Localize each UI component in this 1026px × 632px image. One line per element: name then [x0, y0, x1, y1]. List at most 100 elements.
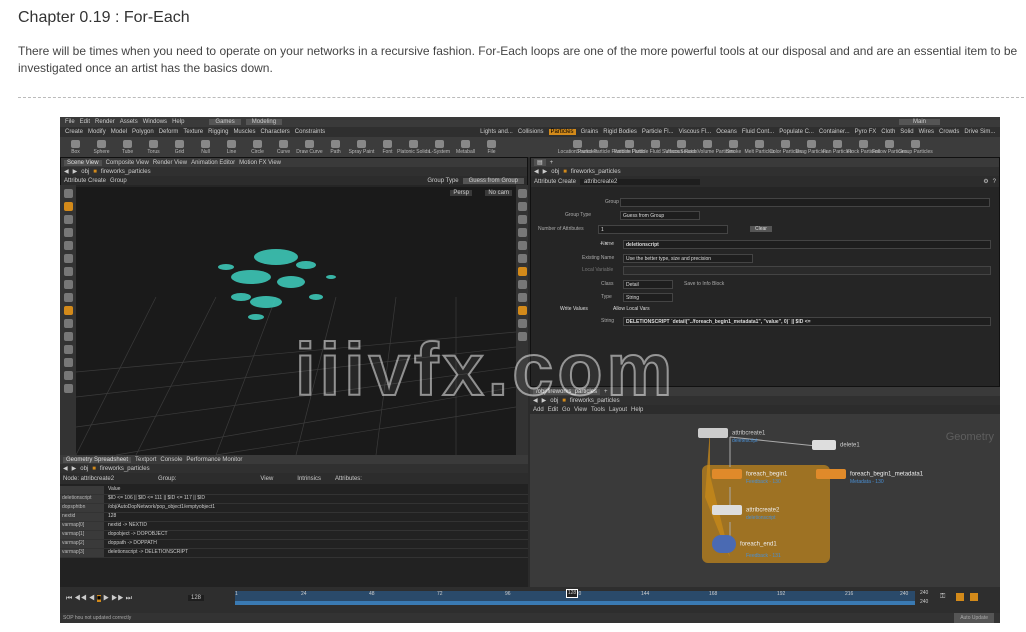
- name-field[interactable]: deletionscript: [623, 240, 991, 249]
- path-node[interactable]: fireworks_particles: [101, 169, 151, 175]
- tab-performance-monitor[interactable]: Performance Monitor: [186, 457, 242, 463]
- group-type-menu[interactable]: Guess from Group: [462, 177, 524, 184]
- tab-animation-editor[interactable]: Animation Editor: [191, 160, 235, 166]
- existing-name-menu[interactable]: Use the better type, size and precision: [623, 254, 753, 263]
- shelf-tab[interactable]: Deform: [159, 129, 179, 135]
- num-attributes-field[interactable]: 1: [598, 225, 728, 234]
- shelf-tab[interactable]: Lights and...: [480, 129, 513, 135]
- pose-icon[interactable]: [63, 254, 73, 263]
- ss-view-menu[interactable]: View: [260, 476, 273, 482]
- tool-color-particles[interactable]: Color Particles: [769, 139, 802, 155]
- menu-edit[interactable]: Edit: [80, 119, 90, 125]
- shelf-tab[interactable]: Cloth: [881, 129, 895, 135]
- shelf-tab[interactable]: Crowds: [939, 129, 959, 135]
- help-icon[interactable]: ?: [993, 179, 996, 185]
- table-row[interactable]: dopsphtbn/obj/AutoDopNetwork/pop_object1…: [60, 504, 528, 513]
- table-row[interactable]: varmap[0] nextid -> NEXTID: [60, 522, 528, 531]
- tool-grid[interactable]: Grid: [169, 139, 190, 155]
- tool-draw-curve[interactable]: Draw Curve: [296, 139, 323, 155]
- snap-icon[interactable]: [63, 306, 73, 315]
- write-values-checkbox[interactable]: Write Values: [560, 306, 588, 312]
- tool-smoke[interactable]: Smoke: [723, 139, 744, 155]
- ss-path-obj[interactable]: obj: [80, 466, 88, 472]
- shaded-icon[interactable]: [517, 215, 527, 224]
- tab-console[interactable]: Console: [160, 457, 182, 463]
- forward-arrow-icon[interactable]: ▶: [72, 465, 77, 472]
- string-field[interactable]: DELETIONSCRIPT `detail("../foreach_begin…: [623, 317, 991, 326]
- ss-path-node[interactable]: fireworks_particles: [100, 466, 150, 472]
- brush-icon[interactable]: [63, 293, 73, 302]
- workspace-selector[interactable]: Modeling: [245, 119, 283, 125]
- render-icon[interactable]: [63, 345, 73, 354]
- magnet-icon[interactable]: [63, 319, 73, 328]
- rotate-icon[interactable]: [63, 215, 73, 224]
- save-info-checkbox[interactable]: Save to Info Block: [684, 281, 724, 287]
- clear-button[interactable]: Clear: [750, 226, 772, 232]
- tool-platonic[interactable]: Platonic Solids: [397, 139, 430, 155]
- table-row[interactable]: varmap[2] doppath -> DOPPATH: [60, 540, 528, 549]
- playback-controls[interactable]: ⏮ ◀◀ ◀ ■ ▶ ▶▶ ⏭: [66, 595, 132, 603]
- light-icon[interactable]: [63, 371, 73, 380]
- shelf-tab[interactable]: Collisions: [518, 129, 544, 135]
- menu-help[interactable]: Help: [172, 119, 184, 125]
- normals-icon[interactable]: [517, 254, 527, 263]
- tool-drag-particles[interactable]: Drag Particles: [796, 139, 827, 155]
- node-attribcreate1[interactable]: attribcreate1 deletescript: [698, 428, 765, 444]
- auto-update-menu[interactable]: Auto Update: [954, 613, 994, 623]
- type-menu[interactable]: String: [623, 293, 673, 302]
- frame-field[interactable]: 128: [188, 595, 205, 601]
- table-row[interactable]: deletionscript $ID <= 106 || $ID <= 111 |…: [60, 495, 528, 504]
- group-type-param-menu[interactable]: Guess from Group: [620, 211, 700, 220]
- persp-menu[interactable]: Persp: [450, 190, 472, 196]
- menu-file[interactable]: File: [65, 119, 75, 125]
- tool-metaball[interactable]: Metaball: [455, 139, 476, 155]
- tool-follow-particles[interactable]: Follow Particles: [872, 139, 907, 155]
- tool-box[interactable]: Box: [65, 139, 86, 155]
- points-icon[interactable]: [517, 241, 527, 250]
- shelf-tab[interactable]: Oceans: [716, 129, 737, 135]
- timeline-playhead[interactable]: 128: [566, 589, 578, 598]
- network-editor[interactable]: /obj/fireworks_particles + ◀ ▶ obj ■ fire…: [530, 387, 1000, 587]
- shelf-tab[interactable]: Wires: [919, 129, 934, 135]
- node-foreach-begin1[interactable]: foreach_begin1 Feedback - 130: [712, 469, 787, 485]
- wireframe-icon[interactable]: [517, 202, 527, 211]
- forward-arrow-icon[interactable]: ▶: [73, 168, 78, 175]
- shelf-tab[interactable]: Viscous Fl...: [679, 129, 712, 135]
- tool-tube[interactable]: Tube: [117, 139, 138, 155]
- shelf-tab[interactable]: Populate C...: [779, 129, 814, 135]
- tool-melt[interactable]: Melt Particles: [745, 139, 775, 155]
- back-arrow-icon[interactable]: ◀: [63, 465, 68, 472]
- shelf-tab[interactable]: Fluid Cont...: [742, 129, 774, 135]
- tool-lsystem[interactable]: L-System: [429, 139, 450, 155]
- shelf-tab[interactable]: Texture: [183, 129, 203, 135]
- shelf-tab-active[interactable]: Particles: [548, 129, 576, 135]
- ss-intrinsics-menu[interactable]: Intrinsics: [297, 476, 321, 482]
- tool-flock-particles[interactable]: Flock Particles: [847, 139, 880, 155]
- flipbook-icon[interactable]: [63, 384, 73, 393]
- allow-local-vars-checkbox[interactable]: Allow Local Vars: [613, 306, 650, 312]
- select-icon[interactable]: [63, 189, 73, 198]
- camera-icon[interactable]: [63, 358, 73, 367]
- table-row[interactable]: varmap[3] deletionscript -> DELETIONSCRIP…: [60, 549, 528, 558]
- param-path-node[interactable]: fireworks_particles: [571, 169, 621, 175]
- node-foreach-end1[interactable]: foreach_end1 Feedback - 131: [712, 535, 781, 559]
- tab-textport[interactable]: Textport: [135, 457, 156, 463]
- shelf-tab[interactable]: Characters: [260, 129, 289, 135]
- local-variable-field[interactable]: [623, 266, 991, 275]
- shelf-tab[interactable]: Constraints: [295, 129, 325, 135]
- node-foreach-begin1-metadata1[interactable]: foreach_begin1_metadata1 Metadata - 130: [816, 469, 923, 485]
- class-menu[interactable]: Detail: [623, 280, 673, 289]
- tool-path[interactable]: Path: [325, 139, 346, 155]
- tool-source-volume[interactable]: Source Volume Particles: [680, 139, 735, 155]
- tab-composite-view[interactable]: Composite View: [106, 160, 149, 166]
- menu-assets[interactable]: Assets: [120, 119, 138, 125]
- display-icon[interactable]: [517, 189, 527, 198]
- path-obj[interactable]: obj: [81, 169, 89, 175]
- tool-circle[interactable]: Circle: [247, 139, 268, 155]
- range-end-field[interactable]: 240: [920, 599, 928, 605]
- shelf-tab[interactable]: Muscles: [233, 129, 255, 135]
- camera-menu[interactable]: No cam: [485, 190, 512, 196]
- menu-render[interactable]: Render: [95, 119, 115, 125]
- back-arrow-icon[interactable]: ◀: [534, 168, 539, 175]
- tool-source-particle[interactable]: Source Particle Particles: [576, 139, 631, 155]
